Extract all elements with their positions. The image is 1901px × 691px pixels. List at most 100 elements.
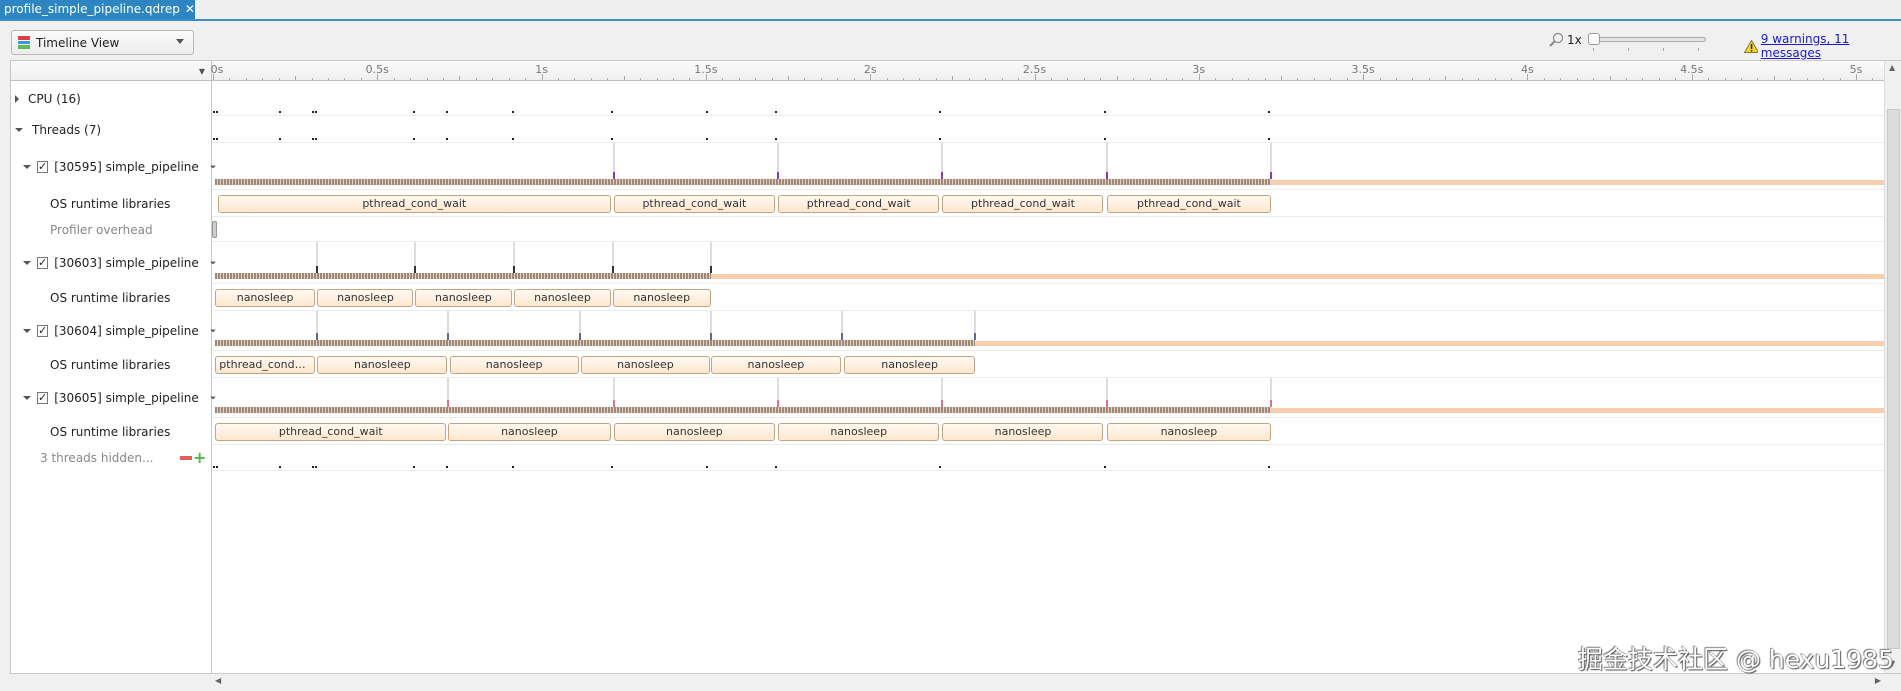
ruler-tick <box>1412 78 1414 80</box>
plus-icon[interactable]: + <box>193 450 206 466</box>
os-runtime-event[interactable]: nanosleep <box>942 422 1104 441</box>
os-runtime-event[interactable]: pthread_cond_… <box>215 355 315 374</box>
os-runtime-event[interactable]: nanosleep <box>711 355 841 374</box>
row-label-thread[interactable]: ✓ [30605] simple_pipeline <box>11 378 216 418</box>
thread-checkbox[interactable]: ✓ <box>37 160 49 173</box>
os-runtime-event[interactable]: nanosleep <box>514 288 611 307</box>
os-runtime-event[interactable]: pthread_cond_wait <box>778 194 940 213</box>
os-runtime-event[interactable]: nanosleep <box>1106 422 1272 441</box>
thread-activity-bar <box>214 273 711 279</box>
os-runtime-event[interactable]: pthread_cond_wait <box>215 422 447 441</box>
collapse-icon[interactable] <box>23 261 31 265</box>
overhead-label: Profiler overhead <box>50 222 153 237</box>
collapse-icon[interactable] <box>15 127 23 132</box>
scroll-right-icon[interactable]: ▶ <box>1875 676 1881 685</box>
os-runtime-event[interactable]: pthread_cond_wait <box>613 194 775 213</box>
os-runtime-event[interactable]: nanosleep <box>613 422 775 441</box>
ruler-tick <box>935 78 937 80</box>
ruler-left-header: ▼ <box>11 61 212 81</box>
thread-checkbox[interactable]: ✓ <box>37 392 49 404</box>
vertical-scrollbar-thumb[interactable] <box>1887 109 1900 649</box>
row-label-group[interactable]: CPU (16) <box>11 81 212 116</box>
ruler-tick <box>1445 76 1447 80</box>
os-runtime-event[interactable]: nanosleep <box>612 288 711 307</box>
time-ruler[interactable]: ▼ 0s 0.5s 1s 1.5s 2s 2.5s 3s 3.5s 4s 4.5s 5s <box>11 61 1890 81</box>
vertical-scrollbar[interactable]: ▲ ▼ <box>1884 61 1901 673</box>
activity-dot <box>774 111 777 113</box>
ruler-tick <box>1478 78 1480 80</box>
activity-dot <box>311 466 314 468</box>
row-label-overhead[interactable]: Profiler overhead <box>11 217 212 242</box>
track-row-group <box>212 81 1884 116</box>
ruler-tick <box>1116 76 1118 80</box>
thread-event-mark <box>413 266 416 273</box>
ruler-tick <box>245 78 247 80</box>
track-row-os: pthread_cond_… nanosleep nanosleep nanoslee… <box>212 351 1884 378</box>
ruler-tick <box>1593 78 1595 80</box>
zoom-slider[interactable] <box>1588 33 1706 51</box>
thread-checkbox[interactable]: ✓ <box>37 257 49 269</box>
thread-event-mark <box>777 172 780 179</box>
ruler-tick <box>508 78 510 80</box>
close-icon[interactable]: ✕ <box>185 0 195 19</box>
os-runtime-event[interactable]: nanosleep <box>778 422 940 441</box>
collapse-icon[interactable] <box>23 329 31 333</box>
scroll-up-icon[interactable]: ▲ <box>1889 63 1895 72</box>
thread-event-mark <box>612 400 615 407</box>
activity-dot <box>1103 111 1106 113</box>
os-label: OS runtime libraries <box>50 196 171 211</box>
os-runtime-event[interactable]: nanosleep <box>448 422 611 441</box>
ruler-tick <box>1428 78 1430 80</box>
ruler-label: 4s <box>1521 63 1534 76</box>
row-label-hidden[interactable]: 3 threads hidden... + <box>11 445 212 471</box>
thread-event-mark <box>447 400 450 407</box>
row-label-os[interactable]: OS runtime libraries <box>11 284 212 311</box>
ruler-tick <box>886 78 888 80</box>
collapse-icon[interactable] <box>23 396 31 400</box>
row-label-os[interactable]: OS runtime libraries <box>11 351 212 378</box>
row-label-os[interactable]: OS runtime libraries <box>11 418 212 445</box>
ruler-tick <box>1510 78 1512 80</box>
view-select[interactable]: Timeline View <box>11 30 194 55</box>
thread-event-mark <box>841 333 844 340</box>
os-runtime-event[interactable]: pthread_cond_wait <box>1106 194 1272 213</box>
row-label-thread[interactable]: ✓ [30595] simple_pipeline <box>11 143 216 190</box>
expand-icon[interactable] <box>15 94 19 103</box>
collapse-icon[interactable] <box>23 164 31 169</box>
os-runtime-event[interactable]: pthread_cond_wait <box>217 194 611 213</box>
minus-icon[interactable] <box>180 456 192 460</box>
warnings-link[interactable]: 9 warnings, 11 messages <box>1761 32 1901 60</box>
os-runtime-event[interactable]: nanosleep <box>581 355 710 374</box>
os-runtime-event[interactable]: pthread_cond_wait <box>942 194 1104 213</box>
os-runtime-event[interactable]: nanosleep <box>317 288 414 307</box>
tab-profile[interactable]: profile_simple_pipeline.qdrep ✕ <box>0 0 195 19</box>
row-label-thread[interactable]: ✓ [30603] simple_pipeline <box>11 242 216 284</box>
os-runtime-event[interactable]: nanosleep <box>843 355 976 374</box>
row-label-group[interactable]: Threads (7) <box>11 116 212 143</box>
activity-dot <box>311 111 314 113</box>
zoom-slider-thumb[interactable] <box>1588 33 1600 45</box>
ruler-tick <box>771 78 773 80</box>
row-label-thread[interactable]: ✓ [30604] simple_pipeline <box>11 311 216 351</box>
os-label: OS runtime libraries <box>50 357 171 372</box>
show-hide-threads[interactable]: + <box>180 450 206 466</box>
thread-activity-bar <box>214 407 1272 413</box>
thread-event-mark <box>709 333 712 340</box>
os-runtime-event[interactable]: nanosleep <box>449 355 579 374</box>
ruler-tick <box>410 78 412 80</box>
activity-dot <box>314 111 317 113</box>
ruler-tick <box>656 78 658 80</box>
thread-event-mark <box>941 400 944 407</box>
timeline-tracks[interactable]: pthread_cond_wait pthread_cond_wait pthrea… <box>212 81 1884 673</box>
thread-event-mark <box>611 266 614 273</box>
scroll-left-icon[interactable]: ◀ <box>215 676 221 685</box>
ruler-tick <box>475 78 477 80</box>
os-runtime-event[interactable]: nanosleep <box>414 288 512 307</box>
os-runtime-event[interactable]: nanosleep <box>215 288 315 307</box>
row-label-os[interactable]: OS runtime libraries <box>11 190 212 217</box>
ruler-tick <box>1823 78 1825 80</box>
os-runtime-event[interactable]: nanosleep <box>317 355 448 374</box>
thread-checkbox[interactable]: ✓ <box>37 325 49 337</box>
activity-dot <box>213 138 215 140</box>
sort-icon[interactable]: ▼ <box>199 67 205 76</box>
